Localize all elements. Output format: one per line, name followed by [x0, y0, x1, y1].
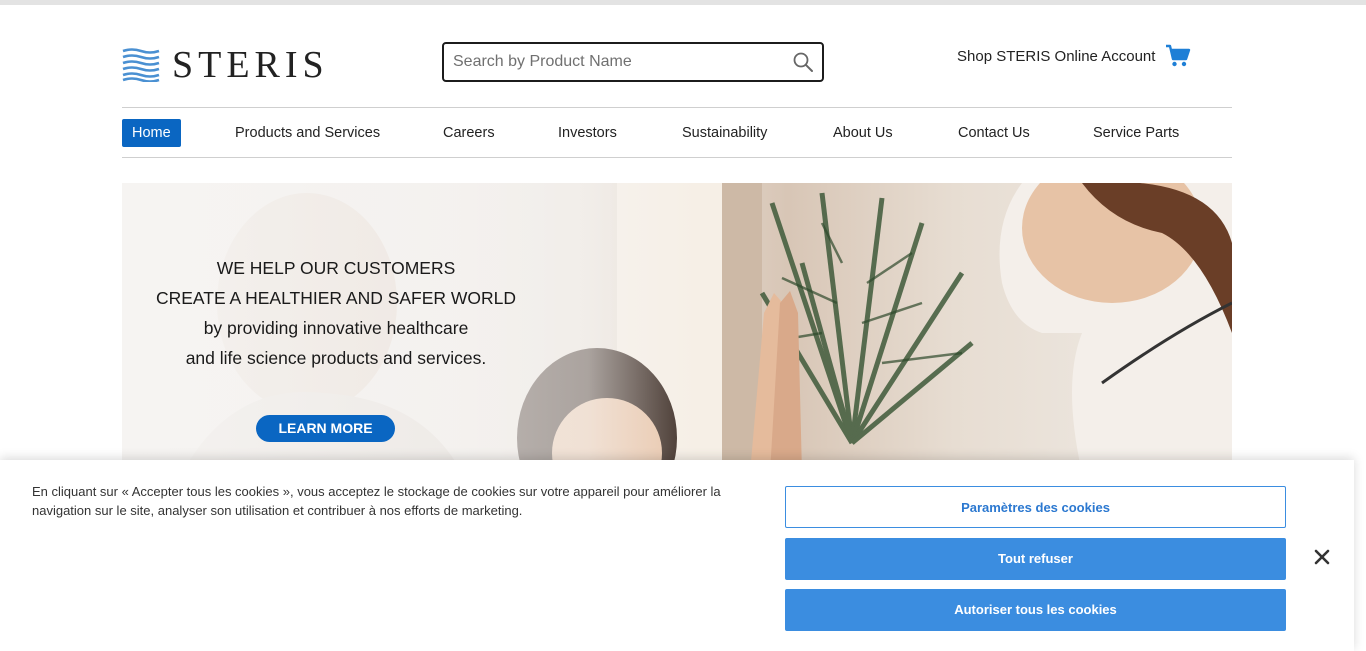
search-input[interactable]	[451, 52, 792, 72]
nav-item-investors[interactable]: Investors	[558, 119, 617, 147]
hero-headline: WE HELP OUR CUSTOMERS CREATE A HEALTHIER…	[122, 253, 550, 373]
shop-label: Shop STERIS Online Account	[957, 47, 1156, 65]
nav-item-careers[interactable]: Careers	[443, 119, 495, 147]
hero-line: and life science products and services.	[185, 348, 487, 368]
cookie-policy-text: En cliquant sur « Accepter tous les cook…	[32, 484, 721, 518]
brand-name: STERIS	[172, 44, 329, 86]
cookie-consent-banner: En cliquant sur « Accepter tous les cook…	[0, 460, 1354, 651]
nav-item-service-parts[interactable]: Service Parts	[1093, 119, 1179, 147]
cookie-settings-button[interactable]: Paramètres des cookies	[785, 486, 1286, 528]
search-icon[interactable]	[792, 51, 814, 73]
accept-all-cookies-button[interactable]: Autoriser tous les cookies	[785, 589, 1286, 631]
main-nav: Home Products and Services Careers Inves…	[122, 107, 1232, 158]
nav-item-contact-us[interactable]: Contact Us	[958, 119, 1030, 147]
nav-item-sustainability[interactable]: Sustainability	[682, 119, 767, 147]
search-box	[442, 42, 824, 82]
learn-more-button[interactable]: LEARN MORE	[256, 415, 395, 442]
nav-item-products-and-services[interactable]: Products and Services	[235, 119, 380, 147]
hero-banner: WE HELP OUR CUSTOMERS CREATE A HEALTHIER…	[122, 183, 1232, 473]
close-icon[interactable]	[1312, 547, 1332, 567]
nav-item-home[interactable]: Home	[122, 119, 181, 147]
top-strip	[0, 0, 1366, 5]
nav-item-about-us[interactable]: About Us	[833, 119, 893, 147]
hero-line: WE HELP OUR CUSTOMERS	[216, 258, 456, 278]
hero-line: by providing innovative healthcare	[203, 318, 469, 338]
cart-icon	[1166, 44, 1191, 67]
steris-logo[interactable]: STERIS	[122, 46, 329, 84]
reject-all-cookies-button[interactable]: Tout refuser	[785, 538, 1286, 580]
hero-line: CREATE A HEALTHIER AND SAFER WORLD	[155, 288, 517, 308]
shop-online-account-link[interactable]: Shop STERIS Online Account	[957, 44, 1191, 68]
wave-logo-icon	[122, 48, 160, 82]
